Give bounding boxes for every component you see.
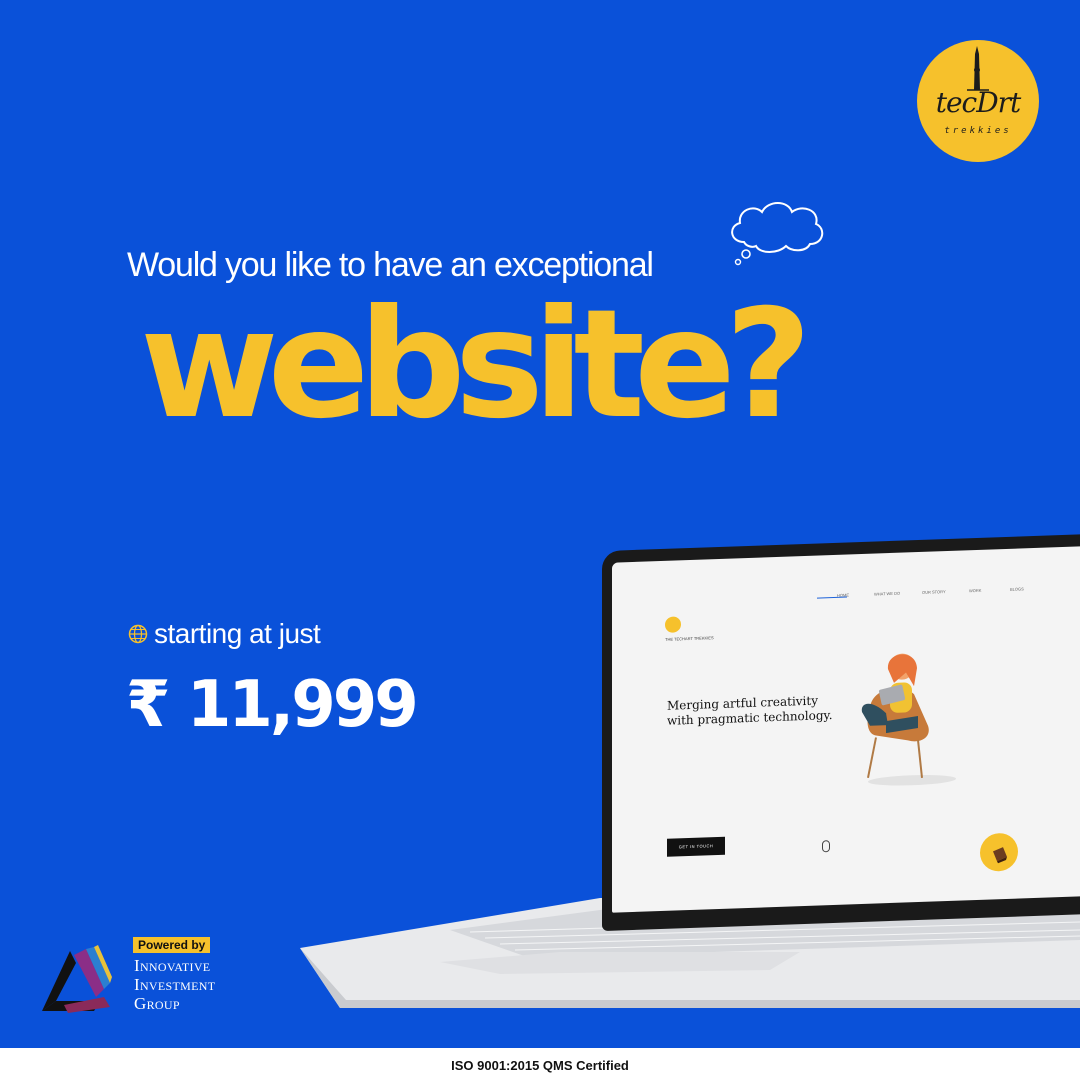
cloud-icon [731, 202, 824, 266]
brand-subtext: trekkies [944, 126, 1012, 136]
scroll-mouse-icon [822, 840, 830, 853]
site-logo-icon [665, 616, 681, 633]
big-word: website? [140, 278, 812, 452]
site-nav-our-story[interactable]: OUR STORY [922, 589, 946, 595]
site-nav-what-we-do[interactable]: WHAT WE DO [874, 591, 900, 597]
illustration-girl-on-chair [861, 653, 956, 786]
laptop-screen-frame: THE TECHART TREKKIES HOME WHAT WE DO OUR… [602, 532, 1080, 932]
powered-by-label: Powered by [133, 937, 211, 953]
laptop-screen: THE TECHART TREKKIES HOME WHAT WE DO OUR… [612, 544, 1080, 913]
site-logo-caption: THE TECHART TREKKIES [665, 635, 714, 642]
certification-footer: ISO 9001:2015 QMS Certified [0, 1048, 1080, 1080]
site-nav-blogs[interactable]: BLOGS [1010, 586, 1024, 591]
brand-name: tecDrt [935, 86, 1022, 119]
investment-group-logo [42, 945, 112, 1013]
laptop-mockup: THE TECHART TREKKIES HOME WHAT WE DO OUR… [290, 490, 1080, 1030]
site-nav-work[interactable]: WORK [969, 588, 981, 593]
powered-company-name: Innovative Investment Group [134, 956, 216, 1013]
site-cta-button[interactable]: GET IN TOUCH [667, 836, 725, 857]
globe-icon [128, 624, 148, 644]
brand-logo: tecDrt trekkies [917, 40, 1039, 162]
ad-canvas: tecDrt trekkies Would you like to have a… [0, 0, 1080, 1048]
chat-character-icon [993, 847, 1007, 864]
site-tagline: Merging artful creativity with pragmatic… [667, 693, 833, 728]
chat-fab-icon[interactable] [980, 832, 1018, 872]
site-nav-indicator [817, 596, 847, 599]
